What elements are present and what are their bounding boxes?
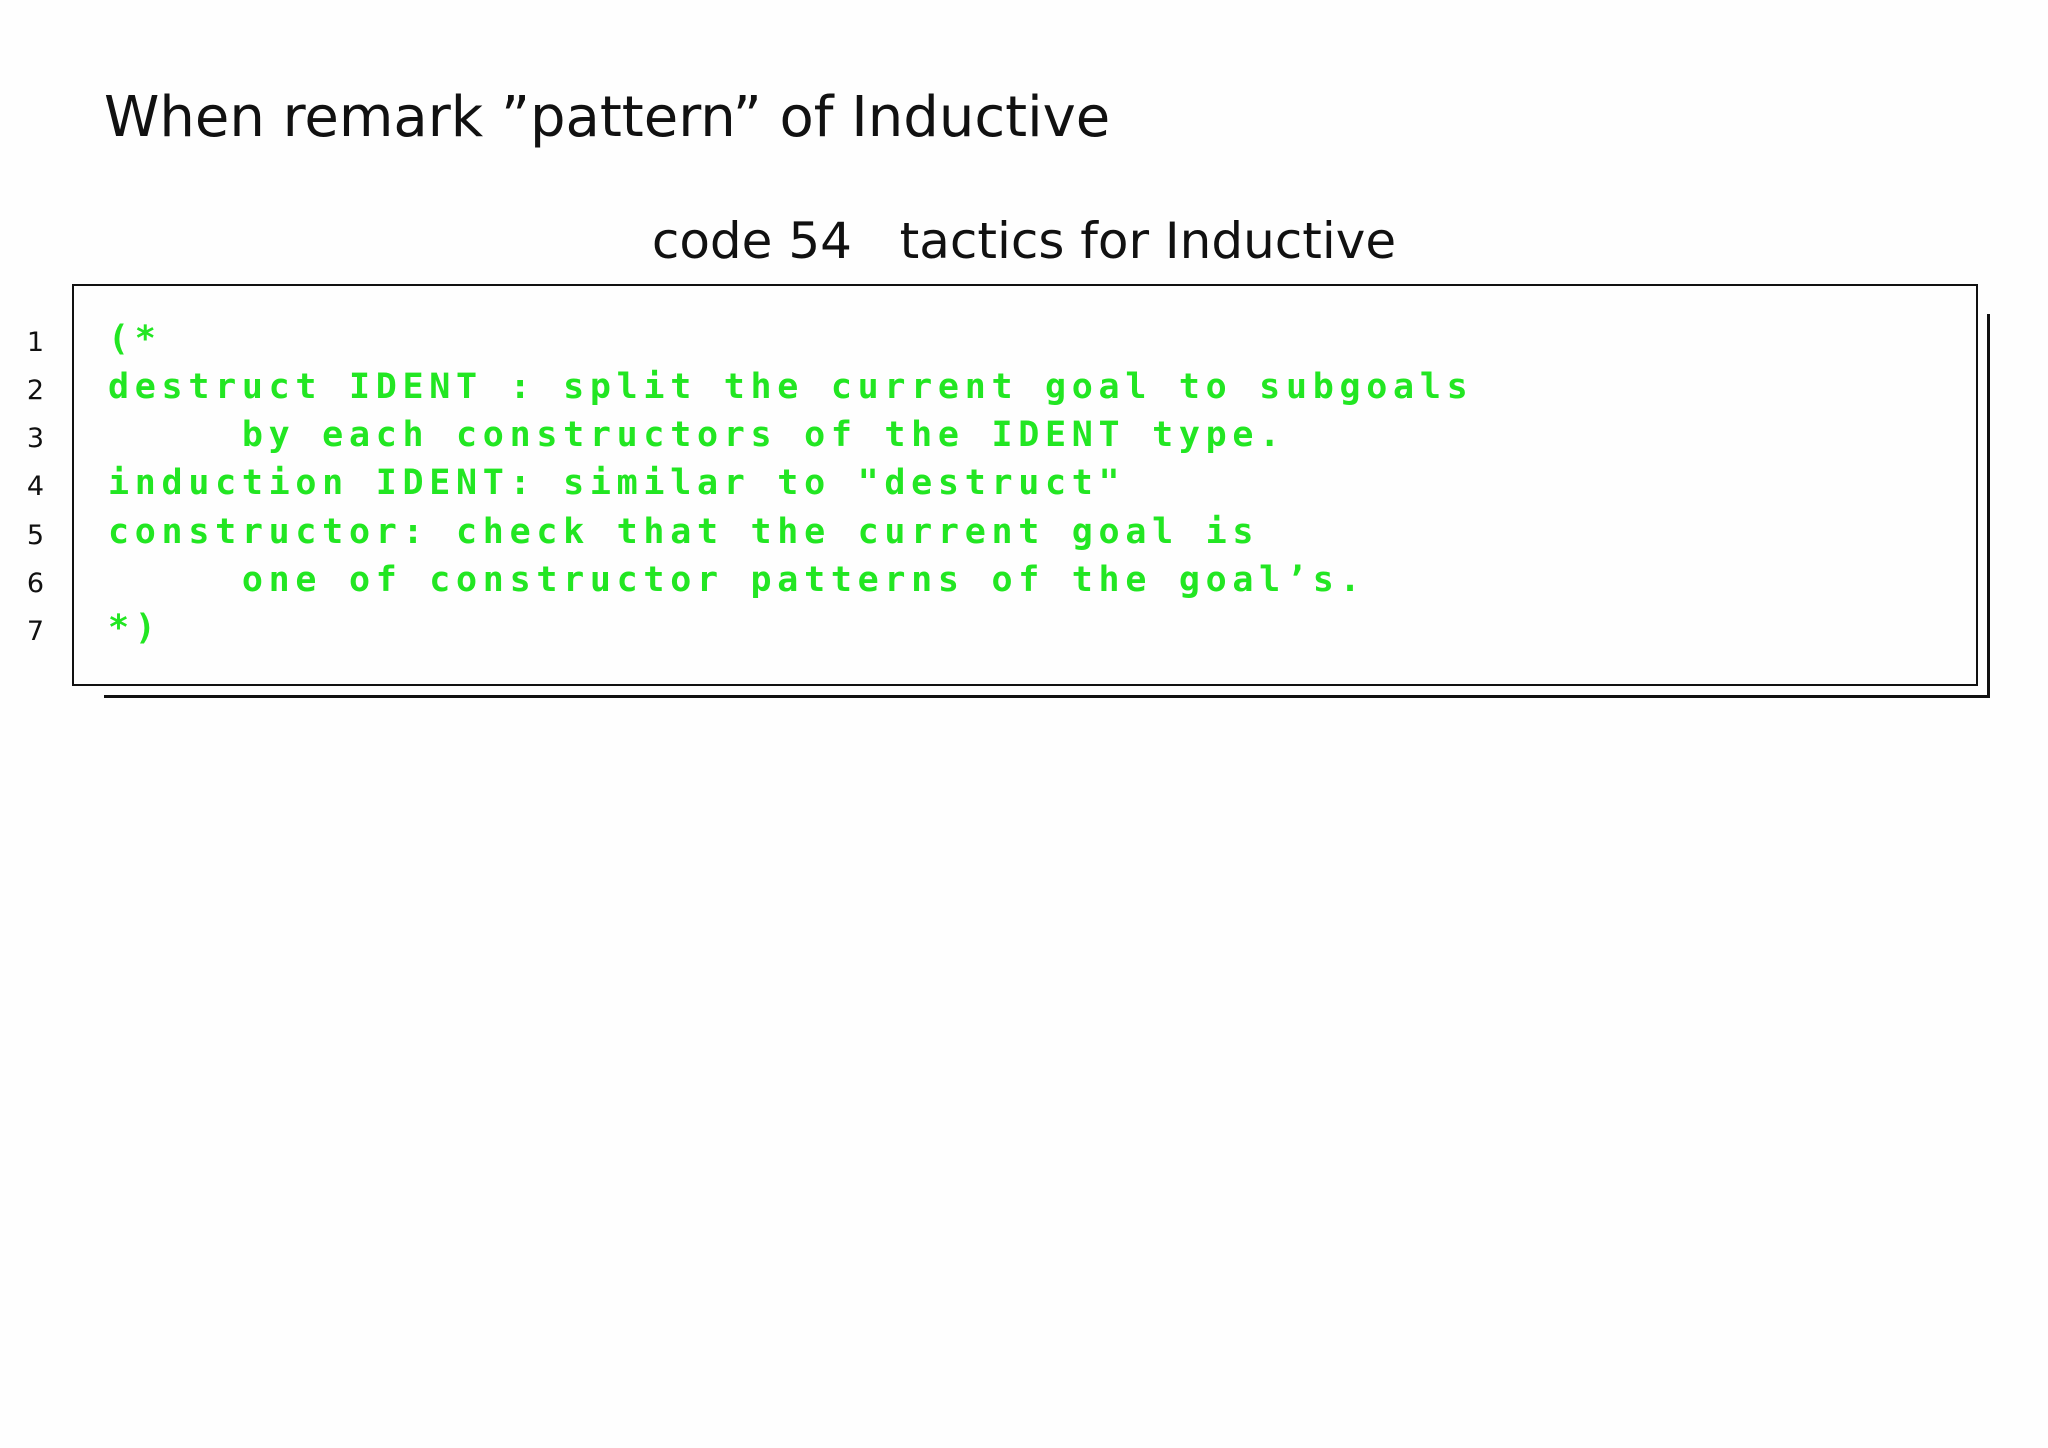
slide-title: When remark ”pattern” of Inductive [104,85,1111,150]
line-number: 3 [26,423,44,454]
code-line: 5 constructor: check that the current go… [0,508,2048,556]
code-line: 4 induction IDENT: similar to "destruct" [0,459,2048,507]
code-text: *) [108,608,162,648]
code-text: one of constructor patterns of the goal’… [108,560,1367,600]
code-text: constructor: check that the current goal… [108,512,1260,552]
code-line: 3 by each constructors of the IDENT type… [0,411,2048,459]
line-number: 1 [26,327,44,358]
line-number: 2 [26,375,44,406]
line-number: 4 [26,471,44,502]
code-line: 6 one of constructor patterns of the goa… [0,556,2048,604]
code-line: 2 destruct IDENT : split the current goa… [0,363,2048,411]
code-text: induction IDENT: similar to "destruct" [108,463,1126,503]
code-text: destruct IDENT : split the current goal … [108,367,1474,407]
code-text: by each constructors of the IDENT type. [108,415,1286,455]
line-number: 7 [26,616,44,647]
line-number: 6 [26,568,44,599]
code-line: 1 (* [0,315,2048,363]
line-number: 5 [26,520,44,551]
code-line: 7 *) [0,604,2048,652]
code-caption: code 54 tactics for Inductive [651,212,1397,270]
code-text: (* [108,319,162,359]
